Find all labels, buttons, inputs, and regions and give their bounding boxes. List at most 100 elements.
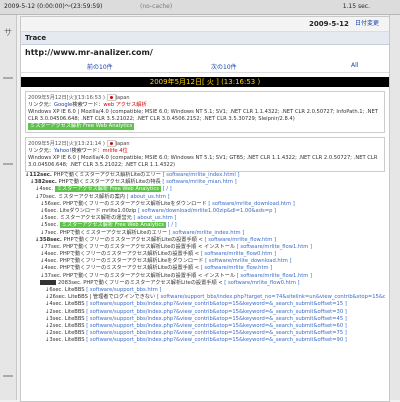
trace-header: Trace — [21, 32, 389, 45]
path-page-url[interactable]: [ software/support_bbs/index.php?&view_c… — [86, 301, 347, 307]
path-page-title[interactable]: PHPで動くミスターアクセス解析Liteのエリー — [53, 172, 160, 178]
path-time: ↓7sec. — [40, 229, 59, 236]
path-page-title[interactable]: ミスターアクセス解析 Free Web Analytics — [59, 222, 166, 229]
all-link[interactable]: All — [351, 62, 358, 69]
path-page-title[interactable]: LiteBBS — [65, 309, 85, 315]
path-page-url[interactable]: [ software/mrlite_flow0.htm ] — [201, 251, 276, 257]
path-page-url[interactable]: [ software/support_bbs/index.php?&view_c… — [86, 337, 347, 343]
path-page-url[interactable]: [ software/support_bbs.htm ] — [86, 287, 161, 293]
path-page-title[interactable]: LiteBBS — [65, 316, 85, 322]
path-time: ↓3sec. — [45, 315, 64, 322]
sidebar-marker[interactable] — [3, 77, 13, 79]
entry-header: 2009年5月12日[火](13:16:53 ) Japan — [28, 94, 382, 102]
landing-row: ミスターアクセス解析 Free Web Analytics — [28, 123, 382, 130]
path-page-url[interactable]: [ software/support_bbs/index.php?&view_c… — [86, 316, 347, 322]
path-time: ↓5sec. — [40, 222, 59, 229]
path-page-title[interactable]: ミスターアクセス解析 Free Web Analytics — [54, 186, 161, 193]
path-row: ↓7sec. PHPで動くミスターアクセス解析Liteのエリー [ softwa… — [25, 230, 385, 237]
path-page-url[interactable]: [ software/mrlite_download.htm ] — [205, 258, 291, 264]
path-page-url[interactable]: [ software/mrlite_index.html ] — [163, 172, 240, 178]
path-page-url[interactable]: [ software/mrlite_flow1.htm ] — [237, 244, 312, 250]
path-page-url[interactable]: [ / ] — [168, 222, 177, 228]
path-time: ↓2sec. — [45, 322, 64, 329]
path-page-url[interactable]: [ about_us.htm ] — [134, 215, 177, 221]
path-page-title[interactable]: LiteBBS — [65, 323, 85, 329]
japan-flag-icon — [106, 140, 116, 147]
path-page-title[interactable]: ミスターアクセス解析の運営元 — [60, 215, 132, 221]
path-row: ↓70sec. ミスターアクセス解析の案内 [ about_us.htm ] — [25, 194, 385, 201]
path-page-url[interactable]: [ software/support_bbs/index.php?&view_c… — [86, 309, 347, 315]
path-page-title[interactable]: PHPで動くフリーのミスターアクセス解析Liteの設置手順 < — [60, 251, 199, 257]
path-time: ↓4sec. — [40, 251, 59, 258]
report-range: 2009-5-12 (0:00:00)～(23:59:59) — [4, 3, 103, 10]
path-page-url[interactable]: [ software/support_bbs/index.php?&view_c… — [86, 323, 347, 329]
path-page-url[interactable]: [ about_us.htm ] — [127, 194, 170, 200]
landing-page-link[interactable]: ミスターアクセス解析 Free Web Analytics — [28, 123, 135, 130]
path-row: ↓4sec. LiteBBS [ software/support_bbs/in… — [25, 301, 385, 308]
path-page-title[interactable]: PHPで動くフリーのミスターアクセス解析Liteをダウンロード — [63, 201, 207, 207]
path-page-url[interactable]: [ / ] — [163, 186, 172, 192]
next-page-link[interactable]: 次の10件 — [211, 62, 237, 71]
path-page-url[interactable]: [ software/mrlite_flow.htm ] — [201, 265, 273, 271]
path-time: ↓4sec. — [40, 265, 59, 272]
path-page-url[interactable]: [ software/download/mrlite1.00zip&dl=1.0… — [138, 208, 276, 214]
render-time: 1.15 sec. — [342, 3, 370, 10]
keyword-label: 検索ワード： — [72, 102, 104, 108]
path-page-title[interactable]: LiteBBS — [65, 337, 85, 343]
path-row: ↓2sec. LiteBBS [ software/support_bbs/in… — [25, 309, 385, 316]
path-page-title[interactable]: PHPで動くフリーのミスターアクセス解析Liteの設置手順 < インストール — [63, 244, 235, 250]
path-row: ↓56sec. PHPで動くフリーのミスターアクセス解析Liteをダウンロード … — [25, 201, 385, 208]
path-row: ↓3sec. LiteBBS [ software/support_bbs/in… — [25, 337, 385, 344]
path-page-url[interactable]: [ software/mrlite_flow1.htm ] — [237, 273, 312, 279]
pagination: 前の10件 次の10件 All — [21, 60, 389, 73]
path-page-url[interactable]: [ software/mrlite_mian.htm ] — [162, 179, 236, 185]
visit-entry: 2009年5月12日[火](13:21:14 ) Japan リンク元：Yahoo… — [25, 137, 385, 172]
referrer-label: リンク元： — [28, 148, 54, 154]
path-page-title[interactable]: LiteBBS | 管理者でログインできない — [68, 294, 155, 300]
path-page-title[interactable]: PHPで動くミスターアクセス解析Liteの特長 — [58, 179, 160, 185]
path-page-title[interactable]: PHPで動くフリーのミスターアクセス解析Liteの設置手順 < — [63, 237, 202, 243]
visit-path: ↓112sec. PHPで動くミスターアクセス解析Liteのエリー [ soft… — [25, 172, 385, 345]
referrer-row: リンク元：Yahoo!検索ワード：mrlife 4位 — [28, 148, 382, 155]
path-page-title[interactable]: LiteBBS — [65, 301, 85, 307]
path-time: ↓382sec. — [30, 179, 57, 186]
japan-flag-icon — [106, 94, 116, 101]
path-row: ↓2sec. LiteBBS [ software/support_bbs/in… — [25, 330, 385, 337]
path-page-title[interactable]: ミスターアクセス解析の案内 — [58, 194, 125, 200]
path-page-title[interactable]: PHPで動くフリーのミスターアクセス解析Liteの設置手順 < インストール — [63, 273, 235, 279]
window-titlebar: 2009-5-12 (0:00:00)～(23:59:59) (no-cache… — [0, 0, 400, 15]
path-page-title[interactable]: PHPで動くフリーのミスターアクセス解析Liteの設置手順 < — [60, 265, 199, 271]
path-page-title[interactable]: LiteBBS — [65, 330, 85, 336]
search-keyword: web アクセス解析 — [103, 102, 147, 108]
sidebar-marker[interactable] — [3, 375, 13, 377]
referrer-engine-link[interactable]: Yahoo! — [54, 148, 71, 154]
path-page-url[interactable]: [ software/mrlite_flow.htm ] — [205, 237, 277, 243]
path-time: ↓4sec. — [45, 301, 64, 308]
path-page-title[interactable]: Liteダウンロード mrlite1.00zip — [60, 208, 137, 214]
path-page-url[interactable]: [ software/support_bbs/index.php?&view_c… — [86, 330, 347, 336]
path-page-title[interactable]: PHPで動くフリーのミスターアクセス解析Liteの設置手順 < — [83, 280, 222, 286]
path-page-url[interactable]: [ software/mrlite_flow0.htm ] — [224, 280, 299, 286]
change-date-link[interactable]: 日付変更 — [355, 17, 379, 31]
path-page-title[interactable]: PHPで動くミスターアクセス解析Liteのエリー — [60, 230, 167, 236]
referrer-engine-link[interactable]: Google — [54, 102, 72, 108]
path-page-url[interactable]: [ software/mrlite_download.htm ] — [208, 201, 294, 207]
cache-status: (no-cache) — [140, 3, 173, 10]
user-agent: Windows XP IE 6.0 | Mozilla/4.0 (compati… — [28, 155, 378, 168]
path-time: ↓77sec. — [40, 243, 62, 250]
path-time: ↓358sec. — [35, 236, 62, 243]
path-row: ↓4sec. ミスターアクセス解析 Free Web Analytics [ /… — [25, 186, 385, 193]
path-row: ↓2sec. LiteBBS [ software/support_bbs/in… — [25, 323, 385, 330]
day-header: 2009年5月12日[ 火 ] (13:16:53 ) — [21, 77, 389, 87]
path-row: ↓3sec. LiteBBS [ software/support_bbs/in… — [25, 316, 385, 323]
prev-page-link[interactable]: 前の10件 — [87, 62, 113, 71]
path-page-url[interactable]: [ software/support_bbs/index.php?target_… — [157, 294, 385, 300]
path-page-title[interactable]: LiteBBS — [65, 287, 85, 293]
path-page-url[interactable]: [ software/mrlite_index.htm ] — [169, 230, 244, 236]
path-page-title[interactable]: PHPで動くフリーのミスターアクセス解析Liteをダウンロード — [60, 258, 204, 264]
path-time: ↓4sec. — [40, 258, 59, 265]
scrollbar[interactable] — [389, 15, 400, 400]
path-time: ↓3sec. — [45, 337, 64, 344]
sidebar-marker[interactable] — [3, 163, 13, 165]
site-url: http://www.mr-analizer.com/ — [25, 48, 153, 57]
